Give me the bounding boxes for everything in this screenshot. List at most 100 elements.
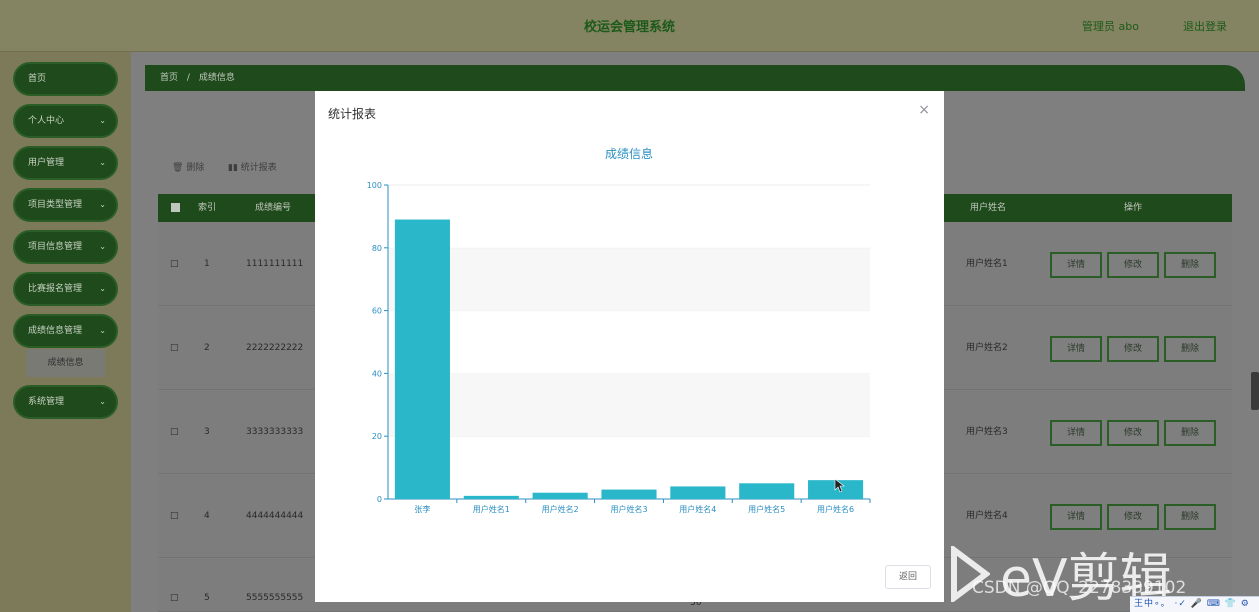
edit-button[interactable]: 修改 <box>1107 336 1159 362</box>
bar <box>394 219 450 500</box>
chevron-down-icon: ⌄ <box>99 284 106 293</box>
stats-report-button[interactable]: ▮▮ 统计报表 <box>228 160 277 173</box>
row-index: 2 <box>204 343 210 353</box>
sidebar-item-scores[interactable]: 成绩信息管理 ⌄ <box>13 314 118 348</box>
row-checkbox[interactable]: □ <box>170 475 179 558</box>
chart-title: 成绩信息 <box>605 146 653 161</box>
row-score-no: 4444444444 <box>246 511 304 521</box>
edit-label: 修改 <box>1123 512 1142 522</box>
chevron-down-icon: ⌄ <box>99 116 106 125</box>
x-tick-label: 用户姓名4 <box>679 504 716 514</box>
detail-label: 详情 <box>1066 344 1085 354</box>
y-tick-label: 40 <box>372 369 382 378</box>
row-checkbox[interactable]: □ <box>170 583 179 612</box>
chevron-down-icon: ⌄ <box>99 326 106 335</box>
sidebar-item-personal[interactable]: 个人中心 ⌄ <box>13 104 118 138</box>
row-index: 3 <box>204 427 210 437</box>
edit-button[interactable]: 修改 <box>1107 252 1159 278</box>
breadcrumb-home[interactable]: 首页 <box>160 73 178 83</box>
header-score-no: 成绩编号 <box>254 203 291 213</box>
stats-label: 统计报表 <box>240 163 277 173</box>
row-delete-button[interactable]: 删除 <box>1164 420 1216 446</box>
logout-link[interactable]: 退出登录 <box>1183 18 1227 34</box>
row-index: 1 <box>204 259 210 269</box>
header-index: 索引 <box>197 203 216 213</box>
row-checkbox[interactable]: □ <box>170 307 179 390</box>
scroll-handle[interactable] <box>1251 372 1259 410</box>
grid-band <box>388 185 870 248</box>
breadcrumb: 首页 / 成绩信息 <box>145 65 1245 91</box>
edit-label: 修改 <box>1123 344 1142 354</box>
row-delete-button[interactable]: 删除 <box>1164 504 1216 530</box>
y-tick-label: 20 <box>372 432 382 441</box>
stats-report-modal: 统计报表 × 成绩信息 0 20 40 60 80 100 张李 用户姓名1 用户姓名2 用户姓名3… <box>315 91 944 602</box>
edit-button[interactable]: 修改 <box>1107 504 1159 530</box>
select-all-checkbox[interactable] <box>168 194 182 222</box>
detail-label: 详情 <box>1066 428 1085 438</box>
bar <box>532 492 588 499</box>
chevron-down-icon: ⌄ <box>99 397 106 406</box>
x-tick-label: 用户姓名6 <box>817 504 854 514</box>
back-button[interactable]: 返回 <box>885 565 931 589</box>
grid-band <box>388 310 870 374</box>
chevron-down-icon: ⌄ <box>99 200 106 209</box>
row-score-no: 1111111111 <box>246 259 304 269</box>
detail-button[interactable]: 详情 <box>1050 252 1102 278</box>
delete-button[interactable]: 🗑 删除 <box>172 160 204 173</box>
row-checkbox[interactable]: □ <box>170 223 179 306</box>
row-username: 用户姓名2 <box>966 343 1008 353</box>
header-username: 用户姓名 <box>969 203 1006 213</box>
ime-toolbar[interactable]: 王中∘。 ·✓ 🎤 ⌨ 👕 ⚙ <box>1130 596 1259 612</box>
row-index: 4 <box>204 511 210 521</box>
sidebar-item-registration[interactable]: 比赛报名管理 ⌄ <box>13 272 118 306</box>
sidebar-item-label: 用户管理 <box>28 158 65 168</box>
grid-band <box>388 247 870 311</box>
x-tick-label: 用户姓名2 <box>542 504 579 514</box>
sidebar-item-system[interactable]: 系统管理 ⌄ <box>13 385 118 419</box>
bar <box>670 486 726 499</box>
trash-icon: 🗑 <box>172 163 184 173</box>
row-delete-label: 删除 <box>1180 428 1199 438</box>
watermark-csdn: CSDN @QQ_2278339102 <box>972 578 1187 598</box>
sidebar-item-label: 个人中心 <box>28 116 65 126</box>
detail-button[interactable]: 详情 <box>1050 504 1102 530</box>
row-delete-button[interactable]: 删除 <box>1164 252 1216 278</box>
bar <box>601 489 657 499</box>
sidebar-item-project-info[interactable]: 项目信息管理 ⌄ <box>13 230 118 264</box>
header-actions: 操作 <box>1123 203 1142 213</box>
bar <box>739 483 795 499</box>
sidebar-item-label: 项目类型管理 <box>28 200 83 210</box>
y-tick-label: 0 <box>377 495 382 504</box>
row-score-no: 2222222222 <box>246 343 304 353</box>
bar-chart: 成绩信息 0 20 40 60 80 100 张李 用户姓名1 用户姓名2 用户姓名3 用户姓名4 用户… <box>367 146 871 514</box>
admin-user-label[interactable]: 管理员 abo <box>1082 18 1139 34</box>
sidebar-item-home[interactable]: 首页 <box>13 62 118 96</box>
x-tick-label: 用户姓名3 <box>610 504 647 514</box>
breadcrumb-separator: / <box>186 73 190 83</box>
grid-band <box>388 373 870 437</box>
x-tick-label: 张李 <box>414 504 430 514</box>
sidebar-item-label: 系统管理 <box>28 397 65 407</box>
detail-button[interactable]: 详情 <box>1050 420 1102 446</box>
row-checkbox[interactable]: □ <box>170 391 179 474</box>
row-score-no: 3333333333 <box>246 427 304 437</box>
detail-button[interactable]: 详情 <box>1050 336 1102 362</box>
row-username: 用户姓名1 <box>966 259 1008 269</box>
row-username: 用户姓名3 <box>966 427 1008 437</box>
sidebar-item-label: 首页 <box>28 74 47 84</box>
row-delete-button[interactable]: 删除 <box>1164 336 1216 362</box>
edit-label: 修改 <box>1123 428 1142 438</box>
delete-label: 删除 <box>186 163 205 173</box>
y-tick-label: 80 <box>372 244 382 253</box>
x-tick-label: 用户姓名1 <box>473 504 510 514</box>
sidebar-item-label: 项目信息管理 <box>28 242 83 252</box>
row-delete-label: 删除 <box>1180 260 1199 270</box>
sidebar-item-users[interactable]: 用户管理 ⌄ <box>13 146 118 180</box>
edit-label: 修改 <box>1123 260 1142 270</box>
chevron-down-icon: ⌄ <box>99 242 106 251</box>
sidebar-item-project-types[interactable]: 项目类型管理 ⌄ <box>13 188 118 222</box>
sidebar-subitem-score-info[interactable]: 成绩信息 <box>26 349 105 377</box>
row-score-no: 5555555555 <box>246 593 304 603</box>
edit-button[interactable]: 修改 <box>1107 420 1159 446</box>
detail-label: 详情 <box>1066 512 1085 522</box>
